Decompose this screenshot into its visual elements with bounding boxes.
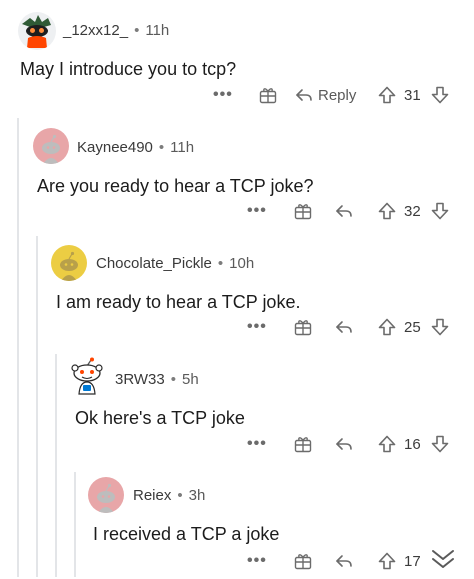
more-options-icon[interactable]: ••• [247,315,267,339]
meta-separator: • [170,371,177,388]
more-options-icon[interactable]: ••• [247,432,267,456]
comment-text: Ok here's a TCP joke [75,408,245,428]
downvote-arrow-icon[interactable] [430,432,450,456]
timestamp: 10h [229,255,255,272]
upvote-arrow-icon[interactable] [377,432,397,456]
action-bar: ••• Reply 31 [0,83,474,107]
avatar[interactable] [88,477,124,513]
username[interactable]: Reiex [133,487,171,504]
comment-text: May I introduce you to tcp? [20,59,237,79]
more-options-icon[interactable]: ••• [247,549,267,573]
reply-arrow-icon[interactable] [334,315,354,339]
comment-meta: Kaynee490 • 11h [77,139,194,156]
vote-count: 17 [404,552,421,570]
vote-count: 25 [404,318,421,336]
reply-arrow-icon[interactable] [334,432,354,456]
timestamp: 5h [182,371,199,388]
comment-meta: Reiex • 3h [133,487,205,504]
username[interactable]: _12xx12_ [63,22,128,39]
reply-label: Reply [318,86,357,104]
reply-arrow-icon [296,89,312,101]
upvote-arrow-icon[interactable] [377,315,397,339]
timestamp: 11h [170,139,195,156]
vote-count: 32 [404,202,421,220]
comment-text: I am ready to hear a TCP joke. [56,292,301,312]
award-gift-icon[interactable] [258,83,278,107]
username[interactable]: 3RW33 [115,371,165,388]
username[interactable]: Chocolate_Pickle [96,255,212,272]
award-gift-icon[interactable] [293,199,313,223]
award-gift-icon[interactable] [293,549,313,573]
double-chevron-down-icon[interactable] [426,544,460,574]
action-bar: ••• 32 [0,199,474,223]
vote-count: 31 [404,86,421,104]
avatar[interactable] [18,12,56,50]
comment-text: Are you ready to hear a TCP joke? [37,176,314,196]
award-gift-icon[interactable] [293,432,313,456]
vote-count: 16 [404,435,421,453]
upvote-arrow-icon[interactable] [377,83,397,107]
reply-arrow-icon[interactable] [334,199,354,223]
action-bar: ••• 17 [0,549,474,573]
meta-separator: • [134,22,140,39]
thread-line-3 [55,354,57,577]
upvote-arrow-icon[interactable] [377,549,397,573]
comment-meta: 3RW33 • 5h [115,371,199,388]
more-options-icon[interactable]: ••• [213,83,233,107]
comment-meta: Chocolate_Pickle • 10h [96,255,254,272]
timestamp: 11h [145,22,170,39]
reply-arrow-icon[interactable] [334,549,354,573]
action-bar: ••• 16 [0,432,474,456]
downvote-arrow-icon[interactable] [430,199,450,223]
meta-separator: • [158,139,165,156]
upvote-arrow-icon[interactable] [377,199,397,223]
thread-line-2 [36,236,38,577]
award-gift-icon[interactable] [293,315,313,339]
meta-separator: • [177,487,183,504]
action-bar: ••• 25 [0,315,474,339]
comment-meta: _12xx12_ • 11h [63,22,169,39]
downvote-arrow-icon[interactable] [430,315,450,339]
meta-separator: • [217,255,224,272]
avatar[interactable] [51,245,87,281]
comment-text: I received a TCP a joke [93,524,280,544]
thread-line-1 [17,118,19,577]
more-options-icon[interactable]: ••• [247,199,267,223]
avatar[interactable] [69,357,105,395]
timestamp: 3h [188,487,206,504]
downvote-arrow-icon[interactable] [430,83,450,107]
username[interactable]: Kaynee490 [77,139,153,156]
avatar[interactable] [33,128,69,164]
reply-button[interactable]: Reply [294,83,356,107]
